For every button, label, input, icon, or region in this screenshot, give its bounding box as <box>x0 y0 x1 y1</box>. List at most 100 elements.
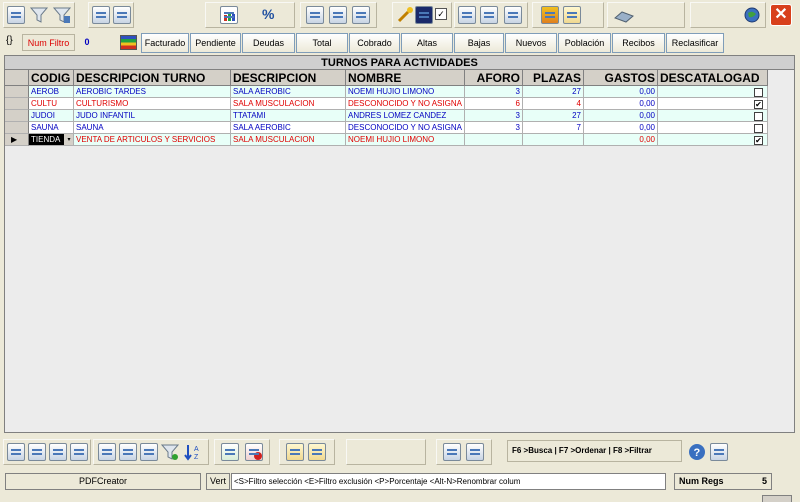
cell-plazas[interactable]: 27 <box>523 86 584 98</box>
cell-codigo[interactable]: JUDOI <box>29 110 74 122</box>
cell-descripcion-turno[interactable]: JUDO INFANTIL <box>74 110 231 122</box>
cell-descatalogado[interactable]: ✔ <box>658 134 768 146</box>
import-icon[interactable] <box>98 443 116 461</box>
funnel-icon[interactable] <box>29 6 49 24</box>
monitor-settings-icon[interactable] <box>710 443 728 461</box>
cell-gastos[interactable]: 0,00 <box>584 122 658 134</box>
cell-descatalogado[interactable] <box>658 86 768 98</box>
printer-icon[interactable] <box>614 6 634 24</box>
tab-facturado[interactable]: Facturado <box>141 33 189 53</box>
report-icon[interactable] <box>92 6 110 24</box>
grid-print-icon[interactable] <box>49 443 67 461</box>
cell-gastos[interactable]: 0,00 <box>584 98 658 110</box>
tab-total[interactable]: Total <box>296 33 348 53</box>
cell-plazas[interactable]: 27 <box>523 110 584 122</box>
cell-plazas[interactable] <box>523 134 584 146</box>
header-nombre[interactable]: NOMBRE <box>346 70 465 86</box>
tab-altas[interactable]: Altas <box>401 33 453 53</box>
cell-descripcion[interactable]: SALA MUSCULACION <box>231 134 346 146</box>
header-gastos[interactable]: GASTOS <box>584 70 658 86</box>
descatalogado-checkbox[interactable]: ✔ <box>754 100 763 109</box>
codigo-combo[interactable]: TIENDA ▾ <box>29 134 73 145</box>
options-checkbox[interactable]: ✓ <box>435 8 447 20</box>
cell-descripcion[interactable]: SALA AEROBIC <box>231 86 346 98</box>
row-indicator[interactable] <box>5 122 29 134</box>
font-icon[interactable] <box>306 6 324 24</box>
window-icon[interactable] <box>415 6 433 24</box>
cell-codigo[interactable]: AEROB <box>29 86 74 98</box>
funnel-clear-icon[interactable] <box>52 6 72 24</box>
header-descripcion-turno[interactable]: DESCRIPCION TURNO <box>74 70 231 86</box>
cell-gastos[interactable]: 0,00 <box>584 86 658 98</box>
calendar-icon[interactable] <box>329 6 347 24</box>
header-codigo[interactable]: CODIG <box>29 70 74 86</box>
row-indicator[interactable] <box>5 110 29 122</box>
cell-descripcion[interactable]: SALA MUSCULACION <box>231 98 346 110</box>
descatalogado-checkbox[interactable] <box>754 124 763 133</box>
document-copy-icon[interactable] <box>308 443 326 461</box>
header-descripcion[interactable]: DESCRIPCION <box>231 70 346 86</box>
sort-az-icon[interactable]: AZ <box>184 443 202 461</box>
braces-icon[interactable]: {} <box>6 35 22 51</box>
descatalogado-checkbox[interactable]: ✔ <box>754 136 763 145</box>
header-plazas[interactable]: PLAZAS <box>523 70 584 86</box>
row-indicator[interactable] <box>5 98 29 110</box>
magic-wand-icon[interactable] <box>396 6 414 24</box>
cell-gastos[interactable]: 0,00 <box>584 110 658 122</box>
resize-grip[interactable] <box>762 495 792 502</box>
cell-aforo[interactable]: 3 <box>465 110 523 122</box>
add-record-icon[interactable] <box>221 443 239 461</box>
cell-aforo[interactable]: 3 <box>465 86 523 98</box>
chart-icon[interactable] <box>220 6 238 24</box>
tab-deudas[interactable]: Deudas <box>242 33 295 53</box>
current-row-indicator[interactable]: ▶ <box>5 134 29 146</box>
group-icon[interactable] <box>70 443 88 461</box>
cell-descatalogado[interactable] <box>658 110 768 122</box>
cell-codigo[interactable]: CULTU <box>29 98 74 110</box>
delete-record-icon[interactable] <box>245 443 263 461</box>
tab-reclasificar[interactable]: Reclasificar <box>666 33 724 53</box>
header-aforo[interactable]: AFORO <box>465 70 523 86</box>
screen-add-icon[interactable] <box>458 6 476 24</box>
tab-pendiente[interactable]: Pendiente <box>190 33 241 53</box>
tab-cobrado[interactable]: Cobrado <box>349 33 400 53</box>
cell-plazas[interactable]: 7 <box>523 122 584 134</box>
color-palette-icon[interactable] <box>120 35 137 50</box>
export-icon[interactable] <box>119 443 137 461</box>
cell-descripcion-turno[interactable]: AEROBIC TARDES <box>74 86 231 98</box>
descatalogado-checkbox[interactable] <box>754 112 763 121</box>
close-button[interactable]: ✕ <box>770 4 792 26</box>
globe-icon[interactable] <box>743 6 761 24</box>
cell-nombre[interactable]: NOEMI HUJIO LIMONO <box>346 86 465 98</box>
percent-icon[interactable]: % <box>262 6 280 24</box>
grid-icon[interactable] <box>7 443 25 461</box>
cell-aforo[interactable] <box>465 134 523 146</box>
cell-descripcion-turno[interactable]: SAUNA <box>74 122 231 134</box>
row-indicator[interactable] <box>5 86 29 98</box>
printer-selector[interactable]: PDFCreator <box>5 473 201 490</box>
orientation-toggle[interactable]: Vert <box>206 473 230 490</box>
cell-descripcion[interactable]: SALA AEROBIC <box>231 122 346 134</box>
excel-icon[interactable] <box>28 443 46 461</box>
image-icon[interactable] <box>443 443 461 461</box>
cell-aforo[interactable]: 6 <box>465 98 523 110</box>
cell-nombre[interactable]: NOEMI HUJIO LIMONO <box>346 134 465 146</box>
cell-plazas[interactable]: 4 <box>523 98 584 110</box>
cell-descripcion[interactable]: TTATAMI <box>231 110 346 122</box>
tab-poblacion[interactable]: Población <box>558 33 611 53</box>
columns-icon[interactable] <box>352 6 370 24</box>
data-grid[interactable]: TURNOS PARA ACTIVIDADES CODIG DESCRIPCIO… <box>4 55 795 433</box>
settings-icon[interactable] <box>466 443 484 461</box>
cell-gastos[interactable]: 0,00 <box>584 134 658 146</box>
cell-descripcion-turno[interactable]: VENTA DE ARTICULOS Y SERVICIOS <box>74 134 231 146</box>
cell-nombre[interactable]: ANDRES LOMEZ CANDEZ <box>346 110 465 122</box>
descatalogado-checkbox[interactable] <box>754 88 763 97</box>
monitor-icon[interactable] <box>480 6 498 24</box>
cell-descripcion-turno[interactable]: CULTURISMO <box>74 98 231 110</box>
tab-bajas[interactable]: Bajas <box>454 33 504 53</box>
find-icon[interactable] <box>140 443 158 461</box>
document-icon[interactable] <box>286 443 304 461</box>
tab-nuevos[interactable]: Nuevos <box>505 33 557 53</box>
help-icon[interactable]: ? <box>688 443 706 461</box>
monitor-download-icon[interactable] <box>504 6 522 24</box>
